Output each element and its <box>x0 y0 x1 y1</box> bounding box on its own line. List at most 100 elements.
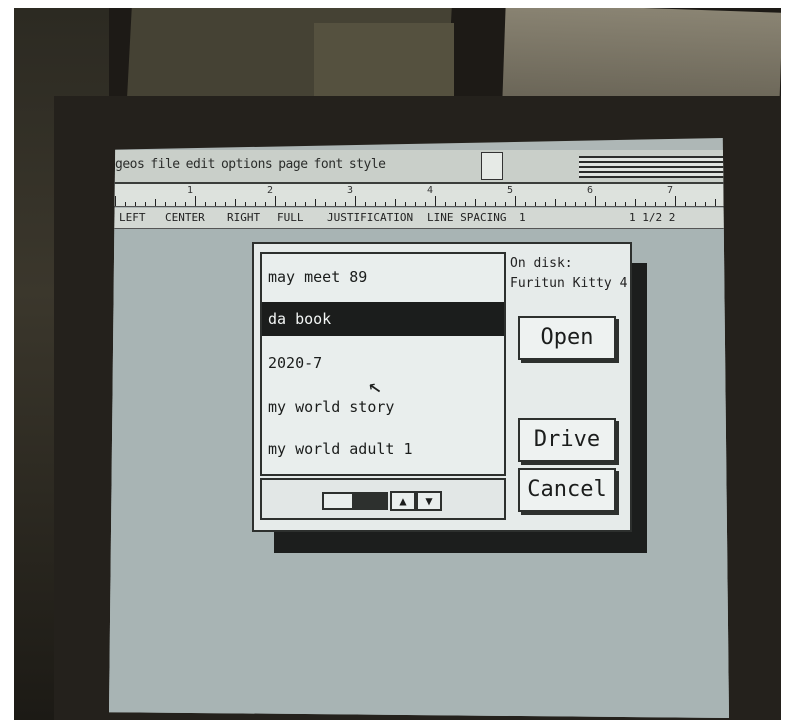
title-stripes <box>579 156 724 178</box>
justification-label: JUSTIFICATION <box>327 211 414 224</box>
ruler-tick <box>305 202 306 206</box>
ruler-tick <box>525 202 526 206</box>
format-bar: LEFT CENTER RIGHT FULL JUSTIFICATION LIN… <box>109 208 729 229</box>
list-item[interactable]: 2020-7 <box>262 346 504 380</box>
line-spacing-value[interactable]: 1 <box>519 211 526 224</box>
ruler-tick <box>355 196 356 206</box>
ruler-tick <box>155 199 156 206</box>
scroll-up-arrow-icon[interactable]: ▲ <box>390 491 416 511</box>
ruler-tick <box>165 202 166 206</box>
ruler-tick <box>435 196 436 206</box>
ruler-tick <box>185 202 186 206</box>
ruler-tick <box>585 202 586 206</box>
monitor-photo: geos file edit options page font style 1… <box>14 8 781 720</box>
open-file-dialog: may meet 89 da book 2020-7 my world stor… <box>252 242 632 532</box>
ruler[interactable]: 1 2 3 4 5 6 7 <box>109 184 729 207</box>
ruler-tick <box>175 202 176 206</box>
ruler-tick <box>655 202 656 206</box>
ruler-tick <box>345 202 346 206</box>
file-list[interactable]: may meet 89 da book 2020-7 my world stor… <box>260 252 506 476</box>
menu-bar: geos file edit options page font style <box>109 150 729 184</box>
ruler-number: 5 <box>507 185 514 196</box>
ruler-tick <box>425 202 426 206</box>
ruler-tick <box>615 202 616 206</box>
ruler-number: 7 <box>667 185 674 196</box>
ruler-number: 3 <box>347 185 354 196</box>
left-justify-option[interactable]: LEFT <box>119 211 146 224</box>
ruler-tick <box>145 202 146 206</box>
menu-page[interactable]: page <box>278 157 308 172</box>
ruler-tick <box>275 196 276 206</box>
ruler-tick <box>265 202 266 206</box>
ruler-tick <box>475 199 476 206</box>
ruler-tick <box>255 202 256 206</box>
ruler-tick <box>515 196 516 206</box>
scroll-track[interactable] <box>322 492 388 510</box>
ruler-tick <box>535 202 536 206</box>
ruler-tick <box>455 202 456 206</box>
ruler-tick <box>645 202 646 206</box>
ruler-tick <box>395 199 396 206</box>
cancel-button[interactable]: Cancel <box>518 468 616 512</box>
ruler-number: 2 <box>267 185 274 196</box>
list-item[interactable]: my world adult 1 <box>262 432 504 466</box>
ruler-tick <box>465 202 466 206</box>
ruler-tick <box>205 202 206 206</box>
list-item-selected[interactable]: da book <box>262 302 504 336</box>
ruler-tick <box>365 202 366 206</box>
ruler-tick <box>675 196 676 206</box>
line-spacing-label: LINE SPACING <box>427 211 507 224</box>
ruler-tick <box>375 202 376 206</box>
ruler-tick <box>555 199 556 206</box>
menu-geos[interactable]: geos <box>115 157 145 172</box>
scroll-thumb[interactable] <box>352 494 386 508</box>
page-indicator-box[interactable] <box>481 152 503 180</box>
menu-edit[interactable]: edit <box>186 157 216 172</box>
ruler-tick <box>245 202 246 206</box>
list-item[interactable]: may meet 89 <box>262 260 504 294</box>
ruler-tick <box>545 202 546 206</box>
ruler-number: 1 <box>187 185 194 196</box>
ruler-number: 6 <box>587 185 594 196</box>
ruler-tick <box>335 202 336 206</box>
ruler-tick <box>195 196 196 206</box>
menu-options[interactable]: options <box>221 157 273 172</box>
disk-prefix: On disk: <box>510 256 573 271</box>
ruler-tick <box>695 202 696 206</box>
center-justify-option[interactable]: CENTER <box>165 211 205 224</box>
ruler-tick <box>685 202 686 206</box>
file-list-scrollbar[interactable]: ▲ ▼ <box>260 478 506 520</box>
ruler-tick <box>325 202 326 206</box>
menu-style[interactable]: style <box>349 157 386 172</box>
menu-font[interactable]: font <box>314 157 344 172</box>
ruler-tick <box>595 196 596 206</box>
ruler-tick <box>495 202 496 206</box>
ruler-tick <box>665 202 666 206</box>
ruler-tick <box>315 199 316 206</box>
ruler-tick <box>125 202 126 206</box>
ruler-tick <box>575 202 576 206</box>
ruler-tick <box>405 202 406 206</box>
ruler-tick <box>565 202 566 206</box>
menu-file[interactable]: file <box>150 157 180 172</box>
disk-info: On disk: Furitun Kitty 4 <box>510 254 627 294</box>
ruler-tick <box>135 202 136 206</box>
ruler-number: 4 <box>427 185 434 196</box>
open-button[interactable]: Open <box>518 316 616 360</box>
ruler-tick <box>445 202 446 206</box>
ruler-tick <box>505 202 506 206</box>
drive-button[interactable]: Drive <box>518 418 616 462</box>
ruler-tick <box>605 202 606 206</box>
background-paper <box>502 8 781 108</box>
line-spacing-options[interactable]: 1 1/2 2 <box>629 211 675 224</box>
ruler-tick <box>235 199 236 206</box>
ruler-tick <box>215 202 216 206</box>
ruler-tick <box>225 202 226 206</box>
ruler-tick <box>415 202 416 206</box>
ruler-tick <box>485 202 486 206</box>
right-justify-option[interactable]: RIGHT <box>227 211 260 224</box>
ruler-tick <box>385 202 386 206</box>
ruler-tick <box>625 202 626 206</box>
full-justify-option[interactable]: FULL <box>277 211 304 224</box>
scroll-down-arrow-icon[interactable]: ▼ <box>416 491 442 511</box>
